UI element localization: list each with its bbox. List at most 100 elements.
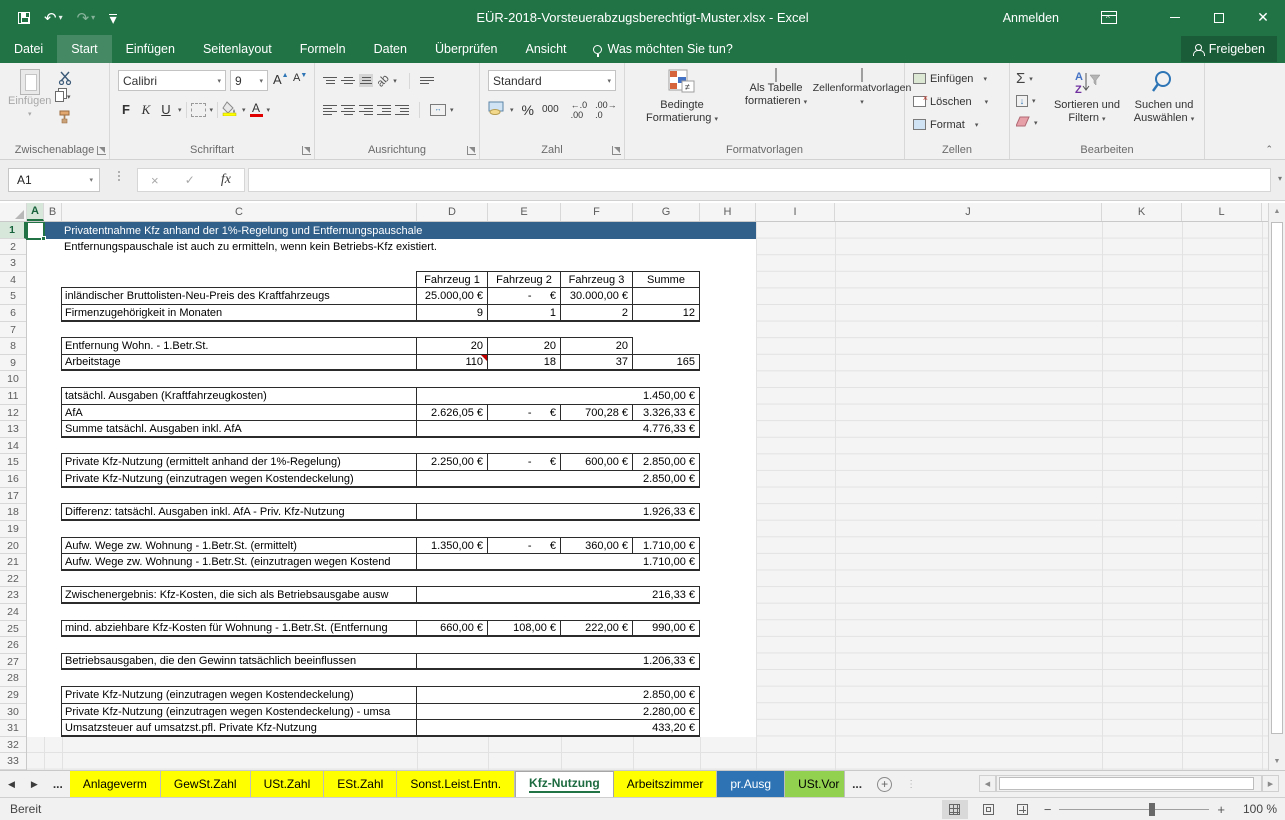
sheet-nav-right-icon[interactable]: ▶ <box>23 771 46 797</box>
underline-button[interactable]: U <box>158 102 174 117</box>
enter-icon[interactable]: ✓ <box>185 173 195 187</box>
row-header-18[interactable]: 18 <box>0 504 26 521</box>
merge-center-caret[interactable]: ▾ <box>450 106 454 114</box>
table-row-label[interactable]: Private Kfz-Nutzung (einzutragen wegen K… <box>61 703 417 720</box>
table-merged-value[interactable]: 4.776,33 € <box>416 420 700 438</box>
number-dialog-launcher[interactable] <box>612 146 621 155</box>
table-row-label[interactable]: Entfernung Wohn. - 1.Betr.St. <box>61 337 417 355</box>
normal-view-button[interactable] <box>942 800 968 819</box>
shrink-font-button[interactable]: A▼ <box>293 72 307 84</box>
fill-button[interactable]: ↓▾ <box>1016 90 1036 111</box>
percent-style-button[interactable]: % <box>522 102 534 118</box>
format-as-table-button[interactable]: Als Tabelleformatieren ▾ <box>733 69 819 109</box>
table-value-cell[interactable]: - € <box>487 404 561 421</box>
table-row-label[interactable]: Firmenzugehörigkeit in Monaten <box>61 304 417 322</box>
table-value-cell[interactable]: 20 <box>487 337 561 355</box>
table-value-cell[interactable]: 1 <box>487 304 561 322</box>
table-value-cell[interactable]: 9 <box>416 304 488 322</box>
table-header-cell[interactable]: Fahrzeug 3 <box>560 271 633 288</box>
column-header-L[interactable]: L <box>1182 203 1262 221</box>
table-value-cell[interactable]: 108,00 € <box>487 620 561 637</box>
row-header-14[interactable]: 14 <box>0 438 26 454</box>
row-header-29[interactable]: 29 <box>0 687 26 704</box>
select-all-corner[interactable] <box>0 203 27 221</box>
borders-caret[interactable]: ▾ <box>210 106 214 114</box>
italic-button[interactable]: K <box>138 102 154 118</box>
sheet-tab-pr-ausg[interactable]: pr.Ausg <box>717 771 785 797</box>
table-value-cell[interactable]: 3.326,33 € <box>632 404 700 421</box>
decrease-decimal-icon[interactable]: .00→.0 <box>595 100 617 120</box>
table-row-label[interactable]: Betriebsausgaben, die den Gewinn tatsäch… <box>61 653 417 670</box>
scroll-right-icon[interactable]: ▶ <box>1262 775 1279 792</box>
fill-handle[interactable] <box>41 236 46 241</box>
name-box[interactable]: A1▾ <box>8 168 100 192</box>
row-header-24[interactable]: 24 <box>0 604 26 621</box>
insert-cells-button[interactable]: Einfügen▾ <box>913 68 987 89</box>
row-header-30[interactable]: 30 <box>0 704 26 720</box>
column-header-K[interactable]: K <box>1102 203 1182 221</box>
active-cell-selection[interactable] <box>26 222 45 240</box>
namebox-splitter[interactable] <box>118 171 120 181</box>
sheet-tab-est-zahl[interactable]: ESt.Zahl <box>324 771 397 797</box>
insert-function-icon[interactable]: fx <box>221 172 231 188</box>
table-value-cell[interactable]: - € <box>487 287 561 305</box>
table-merged-value[interactable]: 216,33 € <box>416 586 700 604</box>
row-header-6[interactable]: 6 <box>0 305 26 322</box>
row-header-26[interactable]: 26 <box>0 637 26 654</box>
table-merged-value[interactable]: 2.850,00 € <box>416 686 700 704</box>
table-value-cell[interactable]: 18 <box>487 354 561 371</box>
fill-color-button[interactable] <box>222 101 238 119</box>
paste-button[interactable]: Einfügen ▾ <box>8 69 51 121</box>
zoom-slider[interactable] <box>1059 809 1209 810</box>
ribbon-tab-einfügen[interactable]: Einfügen <box>112 35 189 63</box>
conditional-formatting-button[interactable]: ≠ BedingteFormatierung ▾ <box>637 69 727 126</box>
tabbar-splitter[interactable]: ⋮ <box>900 771 922 797</box>
row-header-28[interactable]: 28 <box>0 670 26 687</box>
table-value-cell[interactable]: 360,00 € <box>560 537 633 554</box>
table-value-cell[interactable]: 20 <box>416 337 488 355</box>
table-value-cell[interactable]: 2.250,00 € <box>416 453 488 471</box>
sheet-tab-sonst-leist-entn-[interactable]: Sonst.Leist.Entn. <box>397 771 515 797</box>
new-sheet-button[interactable]: + <box>869 771 900 797</box>
table-row-label[interactable]: Zwischenergebnis: Kfz-Kosten, die sich a… <box>61 586 417 604</box>
horizontal-scrollbar[interactable]: ◀ ▶ <box>979 774 1279 793</box>
ribbon-tab-datei[interactable]: Datei <box>0 35 57 63</box>
column-header-J[interactable]: J <box>835 203 1102 221</box>
row-header-3[interactable]: 3 <box>0 255 26 272</box>
row-header-11[interactable]: 11 <box>0 388 26 405</box>
table-value-cell[interactable]: - € <box>487 453 561 471</box>
maximize-button[interactable] <box>1197 0 1241 35</box>
merge-center-icon[interactable]: ↔ <box>430 104 446 116</box>
table-merged-value[interactable]: 1.206,33 € <box>416 653 700 670</box>
table-merged-value[interactable]: 2.850,00 € <box>416 470 700 488</box>
row-header-17[interactable]: 17 <box>0 488 26 504</box>
tell-me-box[interactable]: Was möchten Sie tun? <box>581 35 745 63</box>
page-break-view-button[interactable] <box>1010 800 1036 819</box>
bold-button[interactable]: F <box>118 102 134 117</box>
table-value-cell[interactable]: 660,00 € <box>416 620 488 637</box>
increase-indent-icon[interactable] <box>395 103 409 117</box>
row-header-33[interactable]: 33 <box>0 753 26 770</box>
number-format-combo[interactable]: Standard▾ <box>488 70 616 91</box>
row-header-13[interactable]: 13 <box>0 421 26 438</box>
table-value-cell[interactable]: 990,00 € <box>632 620 700 637</box>
cancel-icon[interactable]: × <box>151 173 159 188</box>
ribbon-tab-seitenlayout[interactable]: Seitenlayout <box>189 35 286 63</box>
row-header-8[interactable]: 8 <box>0 338 26 355</box>
table-row-label[interactable]: inländischer Bruttolisten-Neu-Preis des … <box>61 287 417 305</box>
table-value-cell[interactable]: 2.626,05 € <box>416 404 488 421</box>
scroll-up-icon[interactable]: ▲ <box>1269 203 1285 220</box>
table-merged-value[interactable]: 1.926,33 € <box>416 503 700 521</box>
orientation-icon[interactable]: ab <box>375 72 392 89</box>
sort-filter-button[interactable]: AZ Sortieren undFiltern ▾ <box>1048 69 1126 126</box>
row-header-1[interactable]: 1 <box>0 222 26 239</box>
accounting-format-caret[interactable]: ▾ <box>510 106 514 114</box>
alignment-dialog-launcher[interactable] <box>467 146 476 155</box>
column-header-F[interactable]: F <box>561 203 633 221</box>
scroll-down-icon[interactable]: ▼ <box>1269 753 1285 770</box>
formula-bar-expand-icon[interactable]: ▾ <box>1278 174 1282 183</box>
underline-caret[interactable]: ▾ <box>178 106 182 114</box>
align-right-icon[interactable] <box>359 103 373 117</box>
table-row-label[interactable]: mind. abziehbare Kfz-Kosten für Wohnung … <box>61 620 417 637</box>
table-value-cell[interactable]: 37 <box>560 354 633 371</box>
